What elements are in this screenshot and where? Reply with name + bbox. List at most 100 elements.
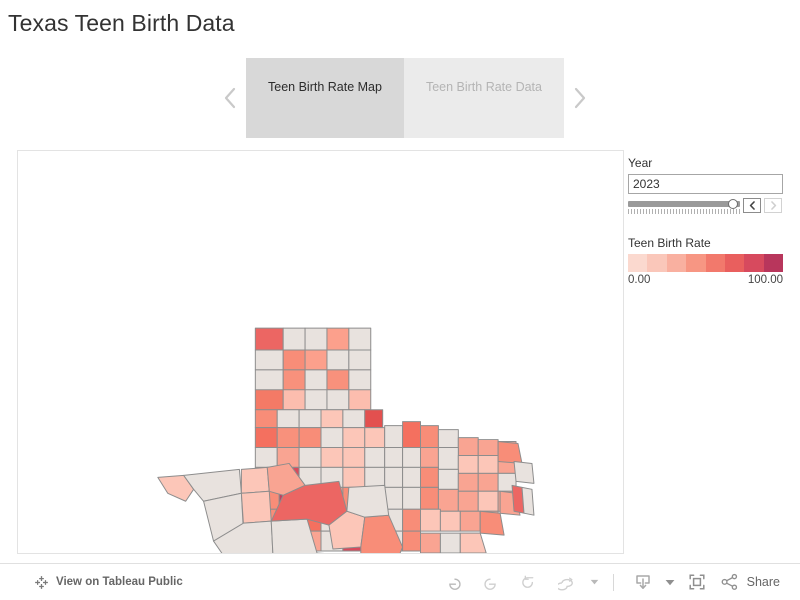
county-row8-c4[interactable] bbox=[342, 466, 366, 488]
redo-icon[interactable] bbox=[473, 567, 511, 597]
county-panhandle-r2-c3[interactable] bbox=[304, 349, 328, 371]
share-button[interactable]: Share bbox=[716, 572, 786, 592]
county-panhandle-r1-c2[interactable] bbox=[282, 327, 306, 351]
county-panhandle-r3-c5[interactable] bbox=[348, 369, 372, 391]
county-row5-c0[interactable] bbox=[254, 409, 278, 429]
refresh-caret-down-icon[interactable] bbox=[587, 567, 603, 597]
tab-teen-birth-rate-map[interactable]: Teen Birth Rate Map bbox=[246, 58, 404, 138]
county-panhandle-r2-c4[interactable] bbox=[326, 349, 350, 371]
county-panhandle-r3-c1[interactable] bbox=[254, 369, 284, 391]
county-row6-c2[interactable] bbox=[298, 427, 322, 449]
tab-prev-arrow[interactable] bbox=[215, 58, 246, 138]
county-panhandle-r4-c4[interactable] bbox=[326, 389, 350, 411]
county-row8-c9[interactable] bbox=[437, 468, 459, 490]
county-row6-c1[interactable] bbox=[276, 427, 300, 449]
texas-county-choropleth[interactable] bbox=[18, 151, 623, 553]
county-row6-c5[interactable] bbox=[364, 427, 386, 449]
county-row6-c10[interactable] bbox=[457, 437, 479, 456]
undo-icon[interactable] bbox=[435, 567, 473, 597]
county-row6-c4[interactable] bbox=[342, 427, 366, 449]
county-row7-c0[interactable] bbox=[254, 447, 278, 468]
county-culberson[interactable] bbox=[240, 466, 270, 494]
year-slider-handle[interactable] bbox=[727, 199, 738, 209]
county-row7-c3[interactable] bbox=[320, 447, 344, 468]
county-row6-c0[interactable] bbox=[254, 427, 278, 449]
county-row7-c4[interactable] bbox=[342, 447, 366, 468]
refresh-icon[interactable] bbox=[549, 567, 587, 597]
county-row5-c5[interactable] bbox=[364, 409, 384, 429]
county-row5-c1[interactable] bbox=[276, 409, 300, 429]
county-row9-c7[interactable] bbox=[402, 486, 422, 510]
county-row8-c8[interactable] bbox=[420, 466, 439, 488]
county-panhandle-r2-c2[interactable] bbox=[282, 349, 306, 371]
county-panhandle-r3-c3[interactable] bbox=[304, 369, 328, 391]
county-row8-c5[interactable] bbox=[364, 466, 386, 488]
county-panhandle-r3-c2[interactable] bbox=[282, 369, 306, 391]
county-row6-c6[interactable] bbox=[384, 425, 404, 449]
county-panhandle-r3-c4[interactable] bbox=[326, 369, 350, 391]
county-row11-c7[interactable] bbox=[402, 530, 422, 552]
county-row10-c8[interactable] bbox=[420, 508, 441, 532]
revert-icon[interactable] bbox=[511, 567, 549, 597]
fullscreen-icon[interactable] bbox=[678, 567, 716, 597]
county-row5-c3[interactable] bbox=[320, 409, 344, 429]
county-row9-c9[interactable] bbox=[437, 488, 459, 512]
county-panhandle-r1-c5[interactable] bbox=[348, 327, 372, 351]
county-row6-c9[interactable] bbox=[437, 429, 459, 449]
county-row5-c4[interactable] bbox=[342, 409, 366, 429]
year-step-prev-button[interactable] bbox=[743, 198, 761, 213]
county-piney-c1[interactable] bbox=[497, 441, 523, 464]
county-row7-c10[interactable] bbox=[457, 454, 479, 474]
download-caret-down-icon[interactable] bbox=[662, 567, 678, 597]
county-east-c3[interactable] bbox=[479, 510, 505, 536]
county-row11-c8[interactable] bbox=[420, 532, 441, 553]
county-row6-c8[interactable] bbox=[420, 425, 439, 449]
year-slider-row[interactable] bbox=[628, 198, 783, 214]
county-piney-c2[interactable] bbox=[513, 460, 535, 484]
county-panhandle-r4-c1[interactable] bbox=[254, 389, 284, 411]
county-row6-c11[interactable] bbox=[477, 439, 499, 456]
county-row7-c9[interactable] bbox=[437, 447, 459, 470]
county-row8-c6[interactable] bbox=[384, 466, 404, 488]
county-row7-c5[interactable] bbox=[364, 447, 386, 468]
county-crockett[interactable] bbox=[346, 484, 390, 518]
year-step-next-button[interactable] bbox=[764, 198, 782, 213]
county-row7-c2[interactable] bbox=[298, 447, 322, 468]
county-panhandle-r2-c5[interactable] bbox=[348, 349, 372, 371]
county-row10-c7[interactable] bbox=[402, 508, 422, 532]
county-row6-c3[interactable] bbox=[320, 427, 344, 449]
county-panhandle-r1-c4[interactable] bbox=[326, 327, 350, 351]
year-input[interactable] bbox=[628, 174, 783, 194]
county-panhandle-r1-c1[interactable] bbox=[254, 327, 284, 351]
county-row7-c7[interactable] bbox=[402, 447, 422, 468]
view-on-tableau-public-link[interactable]: View on Tableau Public bbox=[34, 575, 183, 590]
county-row9-c10[interactable] bbox=[457, 490, 479, 512]
county-panhandle-r4-c2[interactable] bbox=[282, 389, 306, 411]
county-panhandle-r4-c3[interactable] bbox=[304, 389, 328, 411]
year-slider-track[interactable] bbox=[628, 201, 740, 207]
county-row11-c9[interactable] bbox=[439, 532, 461, 553]
county-panhandle-r1-c3[interactable] bbox=[304, 327, 328, 351]
county-row8-c7[interactable] bbox=[402, 466, 422, 488]
county-row8-c11[interactable] bbox=[477, 472, 499, 492]
county-jeff-davis[interactable] bbox=[240, 490, 272, 524]
download-icon[interactable] bbox=[624, 567, 662, 597]
county-row6-c7[interactable] bbox=[402, 421, 422, 449]
county-east-c2[interactable] bbox=[459, 532, 487, 553]
tab-next-arrow[interactable] bbox=[564, 58, 595, 138]
county-row5-c2[interactable] bbox=[298, 409, 322, 429]
county-row7-c8[interactable] bbox=[420, 447, 439, 468]
county-row10-c10[interactable] bbox=[459, 510, 481, 532]
year-slider[interactable] bbox=[628, 198, 740, 214]
county-row9-c8[interactable] bbox=[420, 486, 439, 510]
county-row9-c11[interactable] bbox=[477, 490, 499, 512]
county-row7-c6[interactable] bbox=[384, 447, 404, 468]
county-row10-c9[interactable] bbox=[439, 510, 461, 532]
county-panhandle-r4-c5[interactable] bbox=[348, 389, 372, 411]
county-panhandle-r2-c1[interactable] bbox=[254, 349, 284, 371]
county-row8-c10[interactable] bbox=[457, 472, 479, 492]
map-viz-panel[interactable] bbox=[17, 150, 624, 554]
tab-teen-birth-rate-data[interactable]: Teen Birth Rate Data bbox=[403, 58, 564, 138]
county-row7-c11[interactable] bbox=[477, 454, 499, 474]
county-piney-c4[interactable] bbox=[521, 486, 535, 516]
